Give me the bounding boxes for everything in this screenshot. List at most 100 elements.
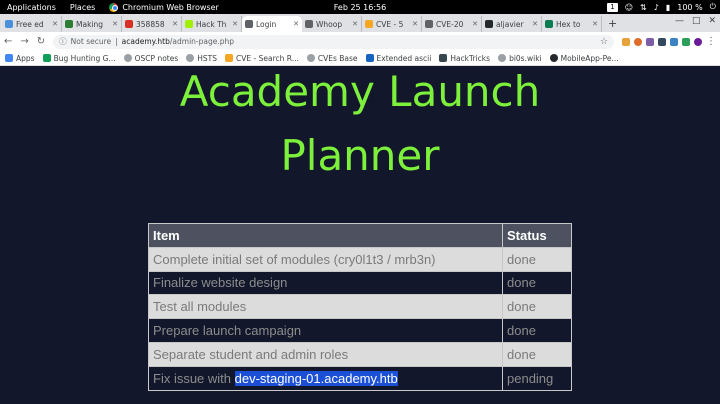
- reload-icon[interactable]: ↻: [37, 36, 45, 47]
- active-app-label: Chromium Web Browser: [122, 2, 219, 12]
- bookmark-star-icon[interactable]: ☆: [600, 37, 608, 47]
- tab-title: aljavier: [496, 19, 524, 29]
- bookmark-cve-search[interactable]: CVE - Search R...: [225, 54, 299, 63]
- tab-title: CVE-20: [436, 19, 464, 29]
- extension-icon[interactable]: [646, 37, 654, 46]
- bookmark-hacktricks[interactable]: HackTricks: [439, 54, 490, 63]
- network-icon[interactable]: ⇅: [640, 3, 647, 12]
- page-title: Academy Launch Planner: [0, 66, 720, 188]
- maximize-icon[interactable]: □: [692, 16, 701, 26]
- address-bar[interactable]: ⓘ Not secure | academy.htb/admin-page.ph…: [53, 34, 614, 49]
- bookmark-label: MobileApp-Pe...: [560, 53, 619, 63]
- tab-title: 358858: [136, 19, 165, 29]
- new-tab-button[interactable]: +: [602, 16, 623, 32]
- volume-icon[interactable]: ♪: [654, 3, 659, 12]
- bookmark-label: Bug Hunting G...: [53, 53, 116, 63]
- back-icon[interactable]: ←: [4, 36, 12, 47]
- extensions-area: ⋮: [622, 36, 716, 47]
- profile-avatar[interactable]: [694, 37, 702, 46]
- tab-title: Hack Th: [196, 19, 227, 29]
- tab-6[interactable]: CVE - 5 ✕: [362, 16, 422, 32]
- tab-9[interactable]: Hex to ✕: [542, 16, 602, 32]
- close-icon[interactable]: ✕: [232, 20, 238, 28]
- tab-title: CVE - 5: [376, 19, 404, 29]
- tab-4[interactable]: Login ✕: [242, 16, 302, 32]
- url-host: academy.htb: [121, 37, 170, 46]
- item-cell: Test all modules: [148, 294, 503, 320]
- globe-icon: [306, 54, 315, 62]
- close-icon[interactable]: ✕: [592, 20, 598, 28]
- bookmark-favicon-icon: [225, 54, 234, 62]
- info-icon[interactable]: ⓘ: [59, 36, 67, 47]
- url-path: /admin-page.php: [169, 37, 235, 46]
- selected-text-highlight[interactable]: dev-staging-01.academy.htb: [234, 370, 398, 386]
- bookmark-extended-ascii[interactable]: Extended ascii: [365, 54, 431, 63]
- close-icon[interactable]: ✕: [412, 20, 418, 28]
- bookmark-favicon-icon: [365, 54, 374, 62]
- system-top-bar: Applications Places Chromium Web Browser…: [0, 0, 720, 14]
- tab-title: Login: [256, 19, 277, 29]
- column-header-status: Status: [502, 223, 572, 248]
- bookmark-bug-hunting[interactable]: Bug Hunting G...: [42, 53, 116, 63]
- chromium-icon: [109, 2, 119, 12]
- gmail-icon: [125, 20, 133, 28]
- browser-toolbar: ← → ↻ ⓘ Not secure | academy.htb/admin-p…: [0, 32, 720, 51]
- tab-8[interactable]: aljavier ✕: [482, 16, 542, 32]
- bookmark-cves-base[interactable]: CVEs Base: [306, 54, 358, 63]
- globe-icon: [305, 20, 313, 28]
- extension-icon[interactable]: [670, 37, 678, 46]
- minimize-icon[interactable]: —: [675, 16, 684, 26]
- tab-strip: Free ed ✕ Making ✕ 358858 ✕ Hack Th ✕ Login ✕…: [0, 14, 720, 32]
- active-app-menu[interactable]: Chromium Web Browser: [102, 2, 226, 12]
- close-icon[interactable]: ✕: [472, 20, 478, 28]
- bookmark-label: bi0s.wiki: [509, 53, 542, 63]
- user-icon[interactable]: ☺: [625, 3, 633, 12]
- workspace-indicator[interactable]: 1: [607, 2, 618, 12]
- tab-2[interactable]: 358858 ✕: [122, 16, 182, 32]
- page-content: Academy Launch Planner Item Status Compl…: [0, 66, 720, 404]
- extension-icon[interactable]: [634, 37, 642, 46]
- bookmark-favicon-icon: [42, 54, 51, 62]
- apps-grid-icon: [5, 54, 13, 62]
- launch-plan-table: Item Status Complete initial set of modu…: [148, 223, 572, 391]
- extension-icon[interactable]: [622, 37, 630, 46]
- extension-icon[interactable]: [682, 37, 690, 46]
- tab-5[interactable]: Whoop ✕: [302, 16, 362, 32]
- close-icon[interactable]: ✕: [532, 20, 538, 28]
- item-cell: Fix issue with dev-staging-01.academy.ht…: [148, 365, 503, 391]
- bookmark-label: OSCP notes: [134, 53, 179, 63]
- bookmark-bi0s-wiki[interactable]: bi0s.wiki: [498, 54, 542, 63]
- tab-1[interactable]: Making ✕: [62, 16, 122, 32]
- close-icon[interactable]: ✕: [352, 20, 358, 28]
- close-icon[interactable]: ✕: [293, 20, 299, 28]
- tab-favicon-icon: [65, 20, 73, 28]
- table-row: Complete initial set of modules (cry0l1t…: [148, 246, 572, 272]
- bookmark-mobileapp[interactable]: MobileApp-Pe...: [549, 53, 619, 63]
- github-icon: [485, 20, 493, 28]
- menu-kebab-icon[interactable]: ⋮: [706, 36, 716, 47]
- page-title-line1: Academy Launch: [179, 67, 541, 116]
- extension-icon[interactable]: [658, 37, 666, 46]
- table-row: Finalize website design done: [148, 270, 572, 296]
- bookmark-apps[interactable]: Apps: [5, 54, 35, 63]
- places-menu[interactable]: Places: [63, 3, 102, 12]
- tab-3[interactable]: Hack Th ✕: [182, 16, 242, 32]
- column-header-item: Item: [148, 223, 503, 248]
- forward-icon[interactable]: →: [20, 36, 28, 47]
- bookmark-hsts[interactable]: HSTS: [186, 54, 217, 63]
- item-cell: Separate student and admin roles: [148, 341, 503, 367]
- tab-7[interactable]: CVE-20 ✕: [422, 16, 482, 32]
- power-icon[interactable]: ⏻: [710, 2, 716, 12]
- battery-icon[interactable]: ▮: [666, 3, 670, 12]
- close-icon[interactable]: ✕: [52, 20, 58, 28]
- tab-favicon-icon: [365, 20, 373, 28]
- applications-menu[interactable]: Applications: [0, 3, 63, 12]
- close-icon[interactable]: ✕: [172, 20, 178, 28]
- bookmark-oscp-notes[interactable]: OSCP notes: [123, 53, 179, 63]
- close-window-icon[interactable]: ✕: [708, 16, 716, 26]
- security-status: Not secure: [70, 37, 112, 46]
- tab-0[interactable]: Free ed ✕: [2, 16, 62, 32]
- close-icon[interactable]: ✕: [112, 20, 118, 28]
- globe-icon: [425, 20, 433, 28]
- item-cell: Complete initial set of modules (cry0l1t…: [148, 246, 503, 272]
